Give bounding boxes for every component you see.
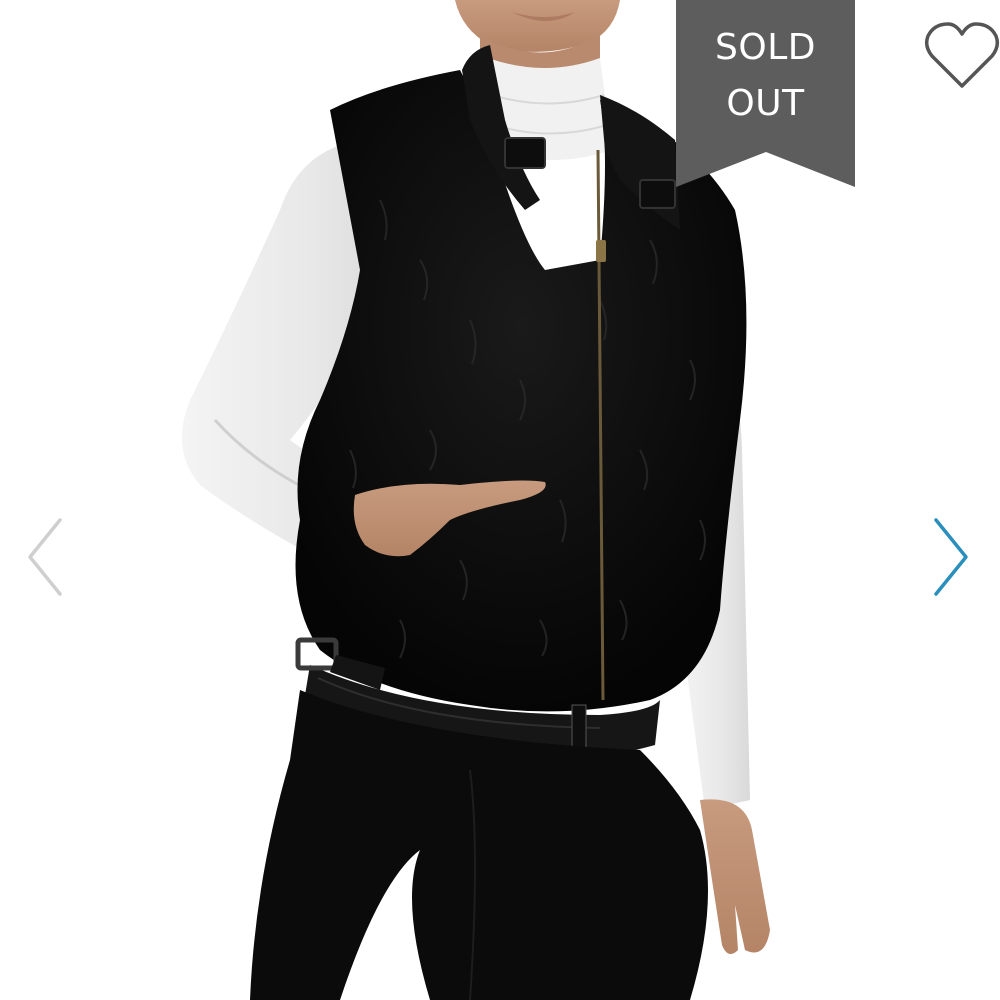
badge-line-1: SOLD	[715, 27, 816, 68]
product-image-viewer: SOLD OUT	[0, 0, 1000, 1000]
heart-outline-icon[interactable]	[922, 18, 1000, 92]
sold-out-badge: SOLD OUT	[676, 0, 855, 187]
badge-label: SOLD OUT	[676, 20, 855, 132]
chevron-left-icon[interactable]	[22, 514, 66, 600]
badge-line-2: OUT	[726, 83, 805, 124]
chevron-right-icon[interactable]	[930, 514, 974, 600]
